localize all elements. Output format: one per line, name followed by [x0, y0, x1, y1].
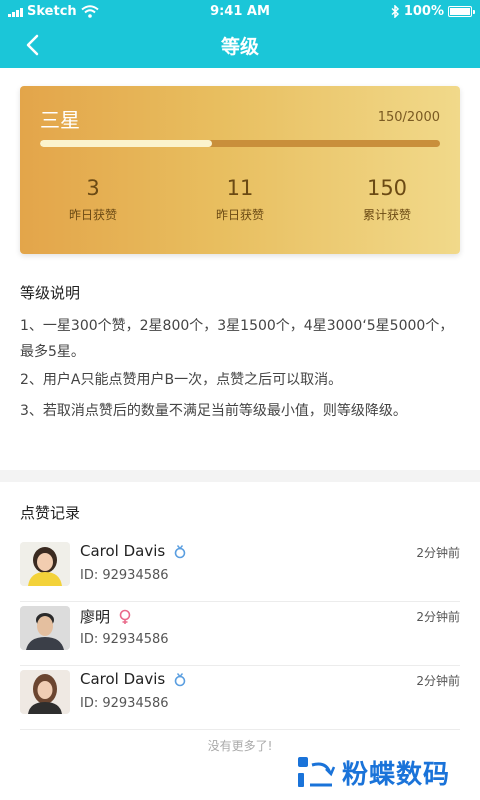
row-divider	[20, 729, 460, 730]
male-icon	[174, 673, 186, 687]
watermark-text: 粉蝶数码	[342, 760, 451, 790]
record-user: 廖明	[80, 606, 132, 627]
header-bar: Sketch 9:41 AM 100% 等级	[0, 0, 480, 68]
record-user-name: 廖明	[80, 608, 111, 626]
record-user-id: ID: 92934586	[80, 696, 169, 711]
record-user-id: ID: 92934586	[80, 632, 169, 647]
stat-value: 3	[86, 176, 100, 200]
avatar[interactable]	[20, 670, 70, 714]
page-title: 等级	[220, 36, 259, 58]
battery-percent: 100%	[403, 4, 444, 19]
record-time: 2分钟前	[416, 610, 460, 624]
level-name: 三星	[40, 108, 80, 132]
status-right: 100%	[391, 4, 475, 19]
level-progress-fill	[40, 140, 212, 147]
like-record-row[interactable]: Carol Davis ID: 92934586 2分钟前	[20, 538, 460, 602]
like-record-row[interactable]: 廖明 ID: 92934586 2分钟前	[20, 602, 460, 666]
records-title: 点赞记录	[20, 504, 81, 522]
no-more-text: 没有更多了!	[207, 739, 273, 753]
record-user: Carol Davis	[80, 542, 187, 560]
stat-value: 150	[366, 176, 408, 200]
battery-icon	[448, 6, 475, 17]
stat-total-likes: 150 累计获赞	[327, 176, 447, 223]
progress-text: 150/2000	[377, 110, 440, 125]
stat-label: 昨日获赞	[68, 208, 117, 222]
record-user-name: Carol Davis	[80, 542, 166, 560]
stat-yesterday-likes-2: 11 昨日获赞	[180, 176, 300, 223]
section-divider	[0, 470, 480, 482]
female-icon	[119, 609, 131, 624]
record-user-name: Carol Davis	[80, 670, 166, 688]
stat-yesterday-likes: 3 昨日获赞	[33, 176, 153, 223]
rule-item-2: 2、用户A只能点赞用户B一次，点赞之后可以取消。	[20, 372, 343, 388]
record-user: Carol Davis	[80, 670, 187, 688]
avatar[interactable]	[20, 606, 70, 650]
stat-label: 累计获赞	[362, 208, 411, 222]
stat-label: 昨日获赞	[215, 208, 264, 222]
level-card: 三星 150/2000 3 昨日获赞 11 昨日获赞 150 累计获赞	[20, 86, 460, 254]
rule-item-3: 3、若取消点赞后的数量不满足当前等级最小值，则等级降级。	[20, 403, 407, 419]
male-icon	[174, 545, 186, 559]
bluetooth-icon	[391, 5, 399, 18]
like-record-row[interactable]: Carol Davis ID: 92934586 2分钟前	[20, 666, 460, 730]
record-time: 2分钟前	[416, 674, 460, 688]
avatar[interactable]	[20, 542, 70, 586]
rules-title: 等级说明	[20, 284, 81, 302]
level-progress-bar	[40, 140, 440, 147]
watermark-logo-icon	[298, 756, 336, 787]
rule-item-1: 1、一星300个赞，2星800个，3星1500个，4星3000‘5星5000个，…	[20, 318, 454, 360]
stat-value: 11	[226, 176, 254, 200]
status-bar: Sketch 9:41 AM 100%	[0, 0, 480, 24]
record-user-id: ID: 92934586	[80, 568, 169, 583]
record-time: 2分钟前	[416, 546, 460, 560]
watermark: 粉蝶数码	[296, 754, 450, 791]
